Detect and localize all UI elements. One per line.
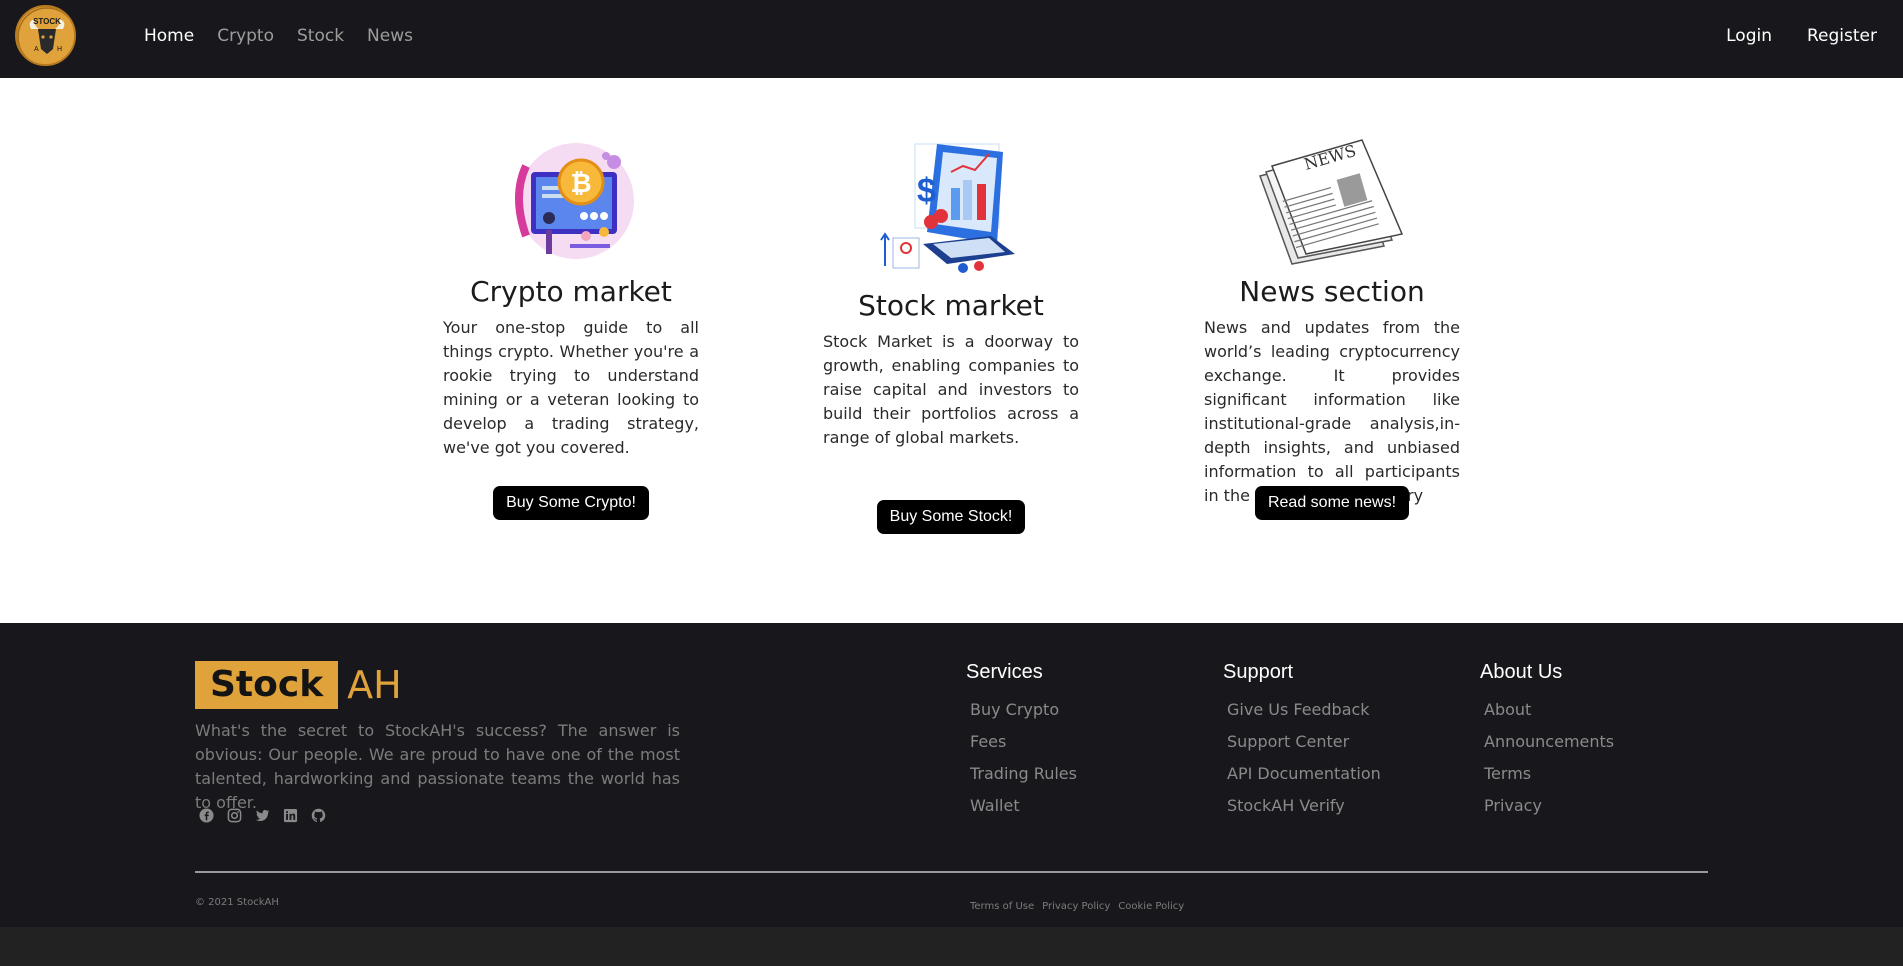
site-footer: Stock AH What's the secret to StockAH's … [0, 623, 1903, 927]
buy-stock-button[interactable]: Buy Some Stock! [876, 500, 1026, 534]
footer-link-about[interactable]: About [1484, 694, 1614, 726]
linkedin-icon[interactable] [283, 808, 298, 823]
read-news-button[interactable]: Read some news! [1254, 486, 1410, 520]
newspaper-illustration: NEWS [1259, 139, 1404, 265]
news-card-text: News and updates from the world’s leadin… [1204, 318, 1460, 505]
stockah-logo[interactable]: STOCK A H [15, 5, 76, 66]
footer-link-support-center[interactable]: Support Center [1227, 726, 1381, 758]
feature-section: ₿ Crypto market Your one-stop guide to a… [0, 78, 1903, 623]
crypto-illustration: ₿ [515, 143, 634, 259]
facebook-icon[interactable] [199, 808, 214, 823]
twitter-icon[interactable] [255, 808, 270, 823]
footer-about-text: What's the secret to StockAH's success? … [195, 721, 680, 812]
footer-link-announcements[interactable]: Announcements [1484, 726, 1614, 758]
stock-card: $ Stock market Stock Market is a doorway… [823, 78, 1079, 534]
terms-of-use-link[interactable]: Terms of Use [970, 901, 1034, 912]
login-link[interactable]: Login [1726, 26, 1772, 46]
footer-col-support: Support Give Us Feedback Support Center … [1223, 661, 1381, 822]
brand-suffix-text: AH [347, 663, 402, 707]
instagram-icon[interactable] [227, 808, 242, 823]
footer-link-trading-rules[interactable]: Trading Rules [970, 758, 1077, 790]
footer-about-heading: About Us [1480, 661, 1563, 683]
nav-link-crypto[interactable]: Crypto [217, 26, 274, 46]
footer-link-feedback[interactable]: Give Us Feedback [1227, 694, 1381, 726]
news-card: NEWS News section News and updates from … [1204, 78, 1460, 520]
svg-text:H: H [57, 46, 62, 53]
svg-text:A: A [34, 46, 39, 53]
nav-link-stock[interactable]: Stock [297, 26, 344, 46]
stock-card-title: Stock market [858, 289, 1044, 322]
crypto-card: ₿ Crypto market Your one-stop guide to a… [443, 78, 699, 520]
footer-link-terms[interactable]: Terms [1484, 758, 1614, 790]
news-card-title: News section [1239, 275, 1425, 308]
cookie-policy-link[interactable]: Cookie Policy [1118, 901, 1184, 912]
register-link[interactable]: Register [1807, 26, 1877, 46]
footer-support-heading: Support [1223, 661, 1294, 683]
crypto-card-text: Your one-stop guide to all things crypto… [443, 318, 699, 457]
footer-link-api-docs[interactable]: API Documentation [1227, 758, 1381, 790]
footer-link-verify[interactable]: StockAH Verify [1227, 790, 1381, 822]
footer-link-privacy[interactable]: Privacy [1484, 790, 1614, 822]
privacy-policy-link[interactable]: Privacy Policy [1042, 901, 1110, 912]
legal-links: Terms of Use Privacy Policy Cookie Polic… [970, 901, 1184, 912]
brand-box-text: Stock [195, 661, 339, 709]
main-nav: Home Crypto Stock News [144, 26, 413, 46]
github-icon[interactable] [311, 808, 326, 823]
footer-divider [195, 871, 1708, 873]
footer-col-services: Services Buy Crypto Fees Trading Rules W… [966, 661, 1077, 822]
nav-link-home[interactable]: Home [144, 26, 194, 46]
auth-links: Login Register [1726, 26, 1877, 46]
footer-brand: Stock AH [195, 661, 402, 709]
svg-text:STOCK: STOCK [33, 17, 61, 26]
stock-illustration: $ [880, 143, 1015, 273]
buy-crypto-button[interactable]: Buy Some Crypto! [493, 486, 649, 520]
social-links [199, 808, 326, 823]
footer-link-fees[interactable]: Fees [970, 726, 1077, 758]
copyright-text: © 2021 StockAH [195, 897, 279, 908]
footer-col-about: About Us About Announcements Terms Priva… [1480, 661, 1614, 822]
top-navbar: STOCK A H Home Crypto Stock News Login R… [0, 0, 1903, 78]
footer-services-heading: Services [966, 661, 1043, 683]
footer-link-wallet[interactable]: Wallet [970, 790, 1077, 822]
crypto-card-title: Crypto market [470, 275, 672, 308]
svg-text:$: $ [917, 172, 936, 210]
stock-card-text: Stock Market is a doorway to growth, ena… [823, 332, 1079, 447]
footer-link-buy-crypto[interactable]: Buy Crypto [970, 694, 1077, 726]
svg-text:₿: ₿ [570, 169, 591, 199]
nav-link-news[interactable]: News [367, 26, 413, 46]
